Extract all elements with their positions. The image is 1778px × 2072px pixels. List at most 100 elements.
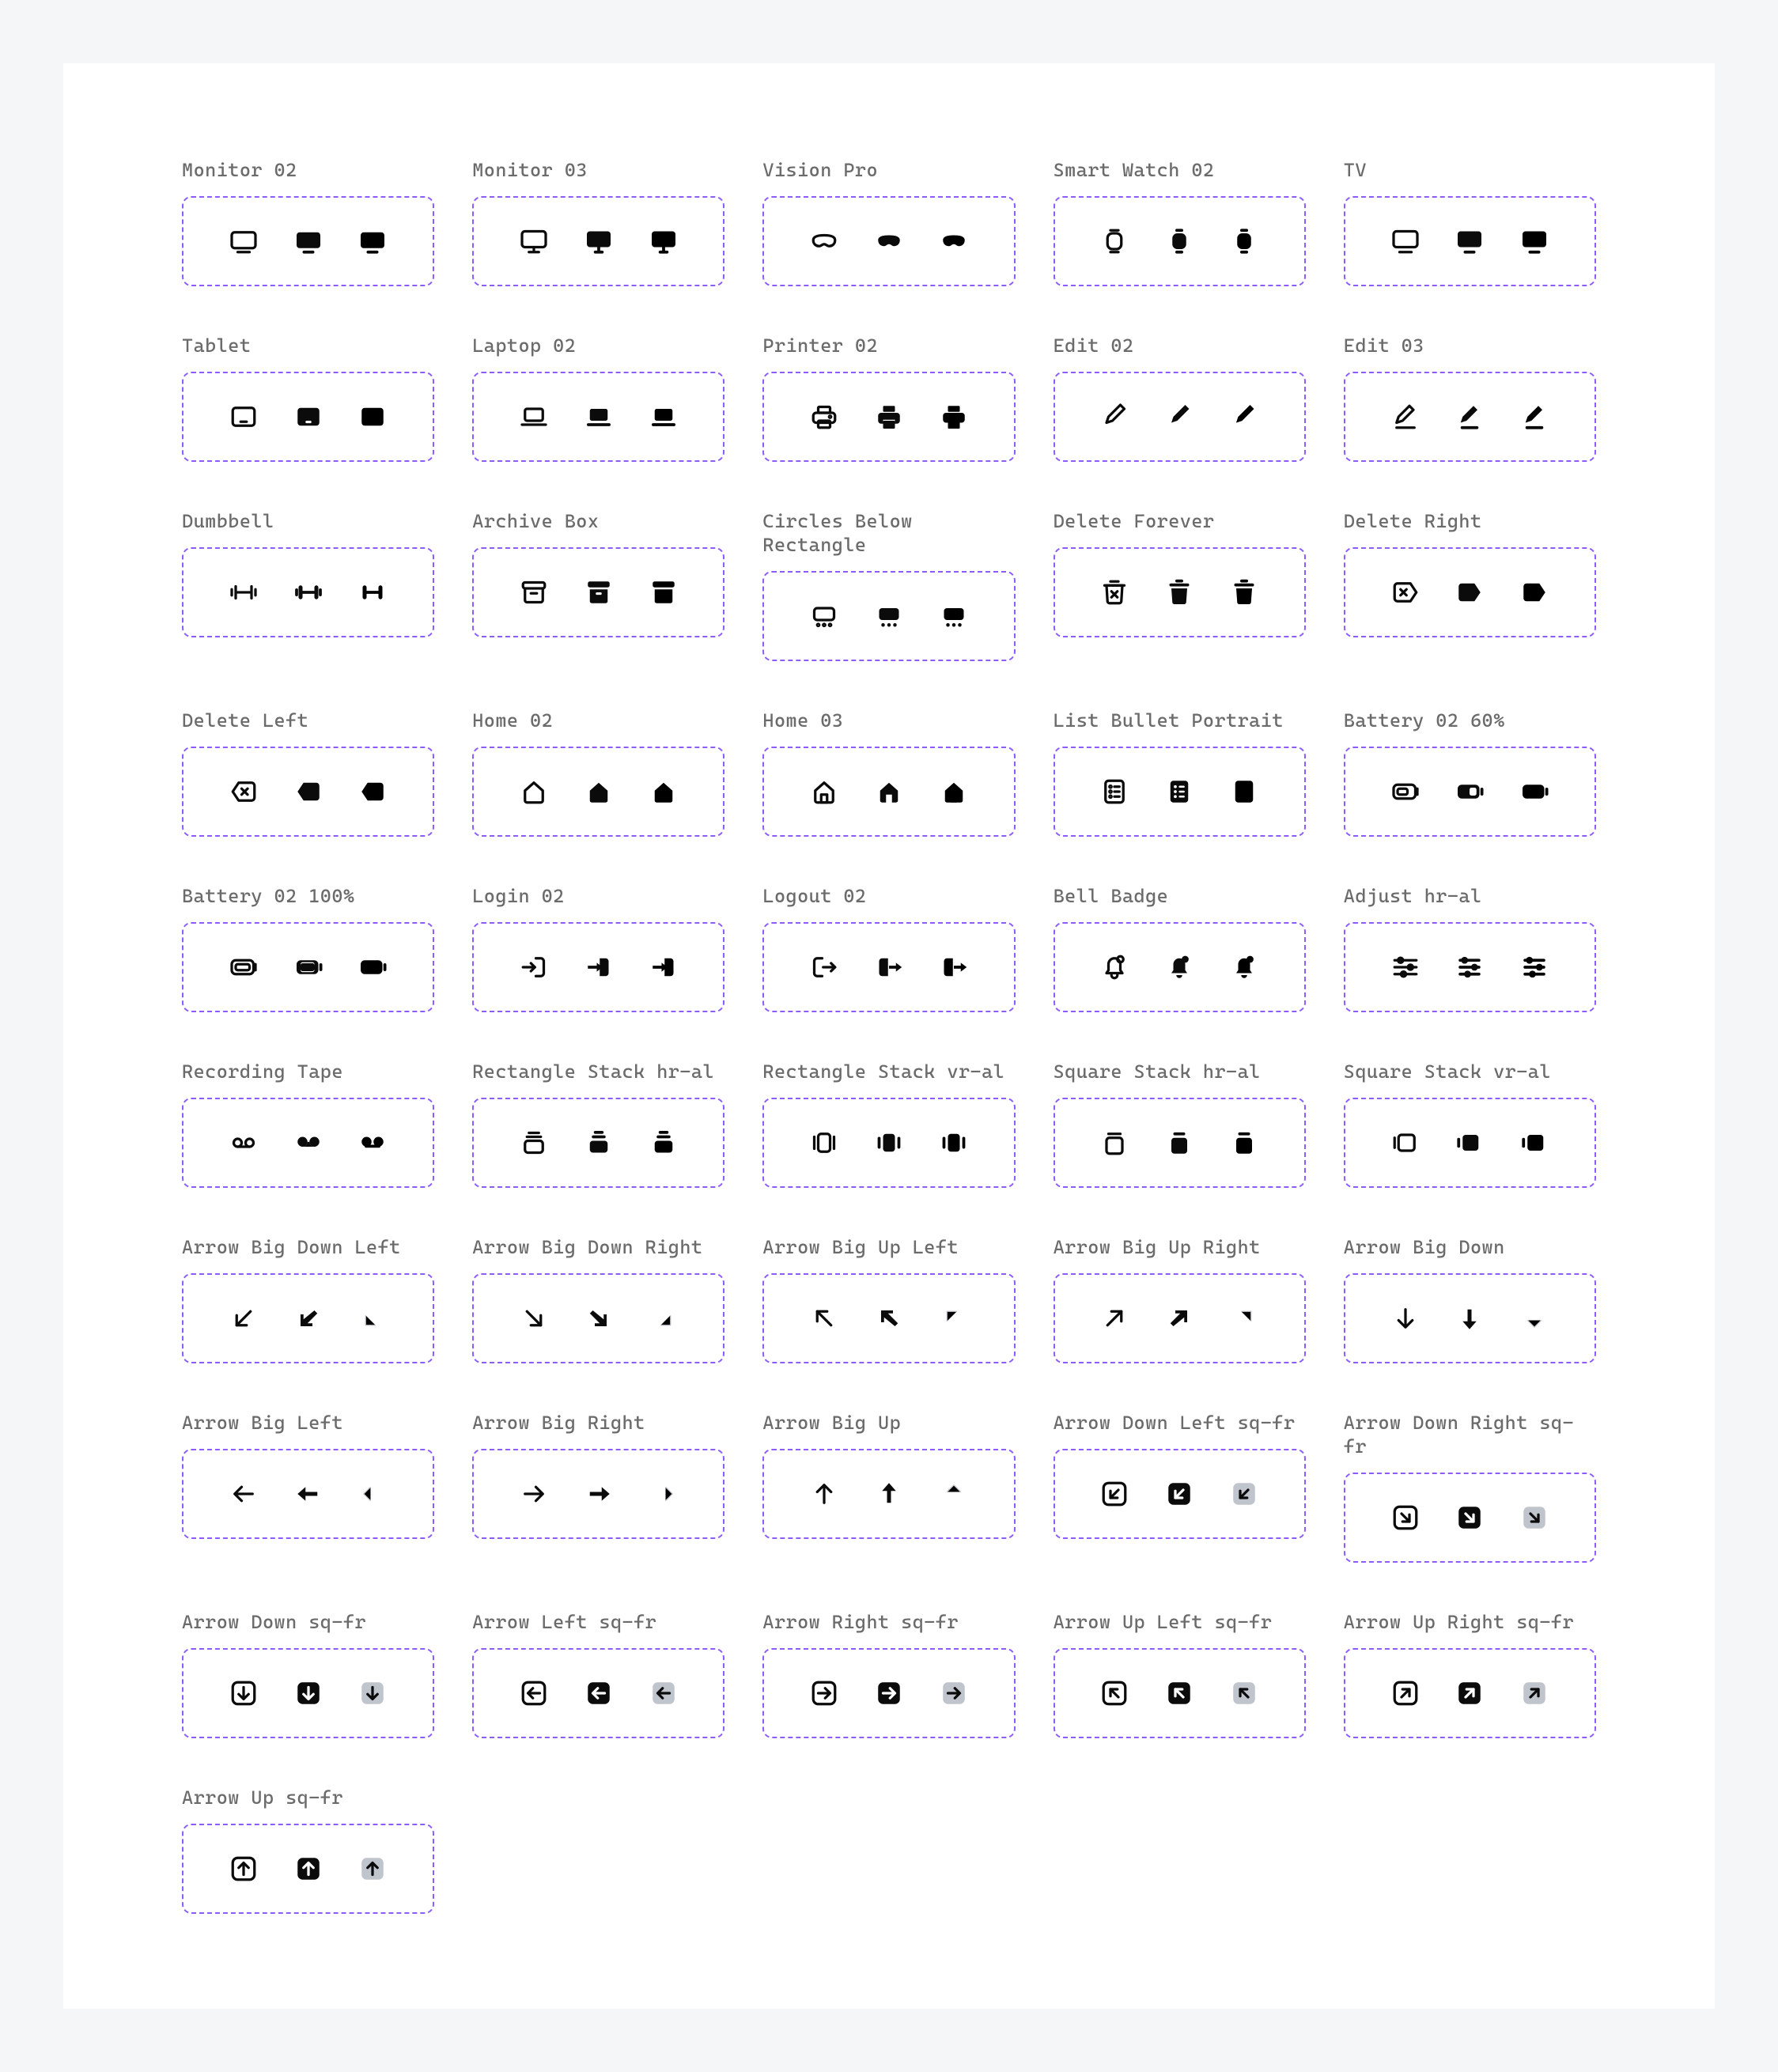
edit-02-icon — [1162, 399, 1197, 434]
icon-label: Rectangle Stack hr-al — [472, 1060, 724, 1083]
square-stack-vr-al-icon — [1452, 1125, 1487, 1160]
icon-variant-box — [762, 1648, 1015, 1738]
delete-right-icon — [1388, 575, 1423, 610]
icon-variant-box — [182, 1824, 434, 1914]
arrow-big-right-icon — [646, 1476, 681, 1511]
icon-cell-arrow-down-right-sq-fr: Arrow Down Right sq-fr — [1344, 1411, 1596, 1563]
icon-label: Delete Forever — [1054, 509, 1306, 533]
rectangle-stack-hr-al-icon — [646, 1125, 681, 1160]
icon-label: Laptop 02 — [472, 334, 724, 357]
icon-label: Arrow Down Right sq-fr — [1344, 1411, 1596, 1458]
arrow-big-down-icon — [1517, 1301, 1552, 1336]
arrow-big-up-right-icon — [1227, 1301, 1262, 1336]
icon-variant-box — [472, 747, 724, 837]
rectangle-stack-vr-al-icon — [872, 1125, 906, 1160]
smart-watch-02-icon — [1097, 224, 1132, 259]
icon-variant-box — [1344, 1273, 1596, 1363]
icon-label: Arrow Down sq-fr — [182, 1610, 434, 1634]
icon-label: Monitor 03 — [472, 158, 724, 182]
icon-cell-bell-badge: Bell Badge — [1054, 884, 1306, 1012]
laptop-02-icon — [516, 399, 551, 434]
icon-label: Delete Left — [182, 709, 434, 732]
login-02-icon — [581, 950, 616, 985]
icon-label: Home 03 — [762, 709, 1015, 732]
bell-badge-icon — [1097, 950, 1132, 985]
icon-variant-box — [1054, 372, 1306, 462]
arrow-up-left-sq-fr-icon — [1097, 1676, 1132, 1711]
arrow-big-up-icon — [936, 1476, 971, 1511]
icon-label: Login 02 — [472, 884, 724, 908]
icon-cell-arrow-up-sq-fr: Arrow Up sq-fr — [182, 1786, 434, 1914]
icon-variant-box — [472, 547, 724, 637]
icon-label: Arrow Big Up — [762, 1411, 1015, 1435]
arrow-big-down-right-icon — [581, 1301, 616, 1336]
logout-02-icon — [936, 950, 971, 985]
icon-variant-box — [1344, 1098, 1596, 1188]
icon-cell-rectangle-stack-vr-al: Rectangle Stack vr-al — [762, 1060, 1015, 1188]
icon-cell-printer-02: Printer 02 — [762, 334, 1015, 462]
logout-02-icon — [872, 950, 906, 985]
home-02-icon — [646, 774, 681, 809]
icon-cell-square-stack-vr-al: Square Stack vr-al — [1344, 1060, 1596, 1188]
icon-variant-box — [182, 747, 434, 837]
icon-cell-home-03: Home 03 — [762, 709, 1015, 837]
arrow-big-left-icon — [291, 1476, 326, 1511]
arrow-left-sq-fr-icon — [516, 1676, 551, 1711]
tablet-icon — [291, 399, 326, 434]
icon-label: Arrow Big Right — [472, 1411, 724, 1435]
icon-label: Edit 03 — [1344, 334, 1596, 357]
printer-02-icon — [872, 399, 906, 434]
icon-cell-battery-02-60: Battery 02 60% — [1344, 709, 1596, 837]
icon-variant-box — [1054, 1098, 1306, 1188]
icon-label: Printer 02 — [762, 334, 1015, 357]
dumbbell-icon — [291, 575, 326, 610]
arrow-big-right-icon — [516, 1476, 551, 1511]
icon-variant-box — [182, 547, 434, 637]
icon-variant-box — [1344, 747, 1596, 837]
login-02-icon — [516, 950, 551, 985]
icon-variant-box — [472, 1098, 724, 1188]
arrow-big-up-icon — [872, 1476, 906, 1511]
monitor-03-icon — [646, 224, 681, 259]
icon-label: Logout 02 — [762, 884, 1015, 908]
delete-right-icon — [1452, 575, 1487, 610]
tablet-icon — [226, 399, 261, 434]
icon-label: Arrow Big Down Left — [182, 1235, 434, 1259]
icon-variant-box — [472, 1648, 724, 1738]
tv-icon — [1452, 224, 1487, 259]
icon-cell-edit-03: Edit 03 — [1344, 334, 1596, 462]
icon-label: Archive Box — [472, 509, 724, 533]
archive-box-icon — [581, 575, 616, 610]
arrow-down-sq-fr-icon — [226, 1676, 261, 1711]
rectangle-stack-vr-al-icon — [936, 1125, 971, 1160]
delete-left-icon — [291, 774, 326, 809]
icon-cell-delete-left: Delete Left — [182, 709, 434, 837]
icon-cell-delete-right: Delete Right — [1344, 509, 1596, 661]
home-03-icon — [936, 774, 971, 809]
arrow-down-sq-fr-icon — [355, 1676, 390, 1711]
icon-cell-arrow-down-left-sq-fr: Arrow Down Left sq-fr — [1054, 1411, 1306, 1563]
icon-grid: Monitor 02 Monitor 03 Vision Pro Smart W… — [182, 158, 1596, 1914]
icon-cell-smart-watch-02: Smart Watch 02 — [1054, 158, 1306, 286]
icon-variant-box — [1054, 547, 1306, 637]
icon-label: Arrow Big Down — [1344, 1235, 1596, 1259]
arrow-big-left-icon — [226, 1476, 261, 1511]
rectangle-stack-hr-al-icon — [516, 1125, 551, 1160]
arrow-big-down-right-icon — [516, 1301, 551, 1336]
recording-tape-icon — [355, 1125, 390, 1160]
arrow-left-sq-fr-icon — [646, 1676, 681, 1711]
icon-label: Arrow Big Up Left — [762, 1235, 1015, 1259]
battery-02-100-icon — [226, 950, 261, 985]
icon-variant-box — [182, 922, 434, 1012]
arrow-down-right-sq-fr-icon — [1388, 1500, 1423, 1535]
icon-cell-arrow-left-sq-fr: Arrow Left sq-fr — [472, 1610, 724, 1738]
icon-variant-box — [1344, 372, 1596, 462]
icon-variant-box — [762, 922, 1015, 1012]
battery-02-60-icon — [1517, 774, 1552, 809]
icon-cell-arrow-right-sq-fr: Arrow Right sq-fr — [762, 1610, 1015, 1738]
home-02-icon — [581, 774, 616, 809]
icon-cell-battery-02-100: Battery 02 100% — [182, 884, 434, 1012]
battery-02-60-icon — [1388, 774, 1423, 809]
battery-02-60-icon — [1452, 774, 1487, 809]
icon-label: Smart Watch 02 — [1054, 158, 1306, 182]
